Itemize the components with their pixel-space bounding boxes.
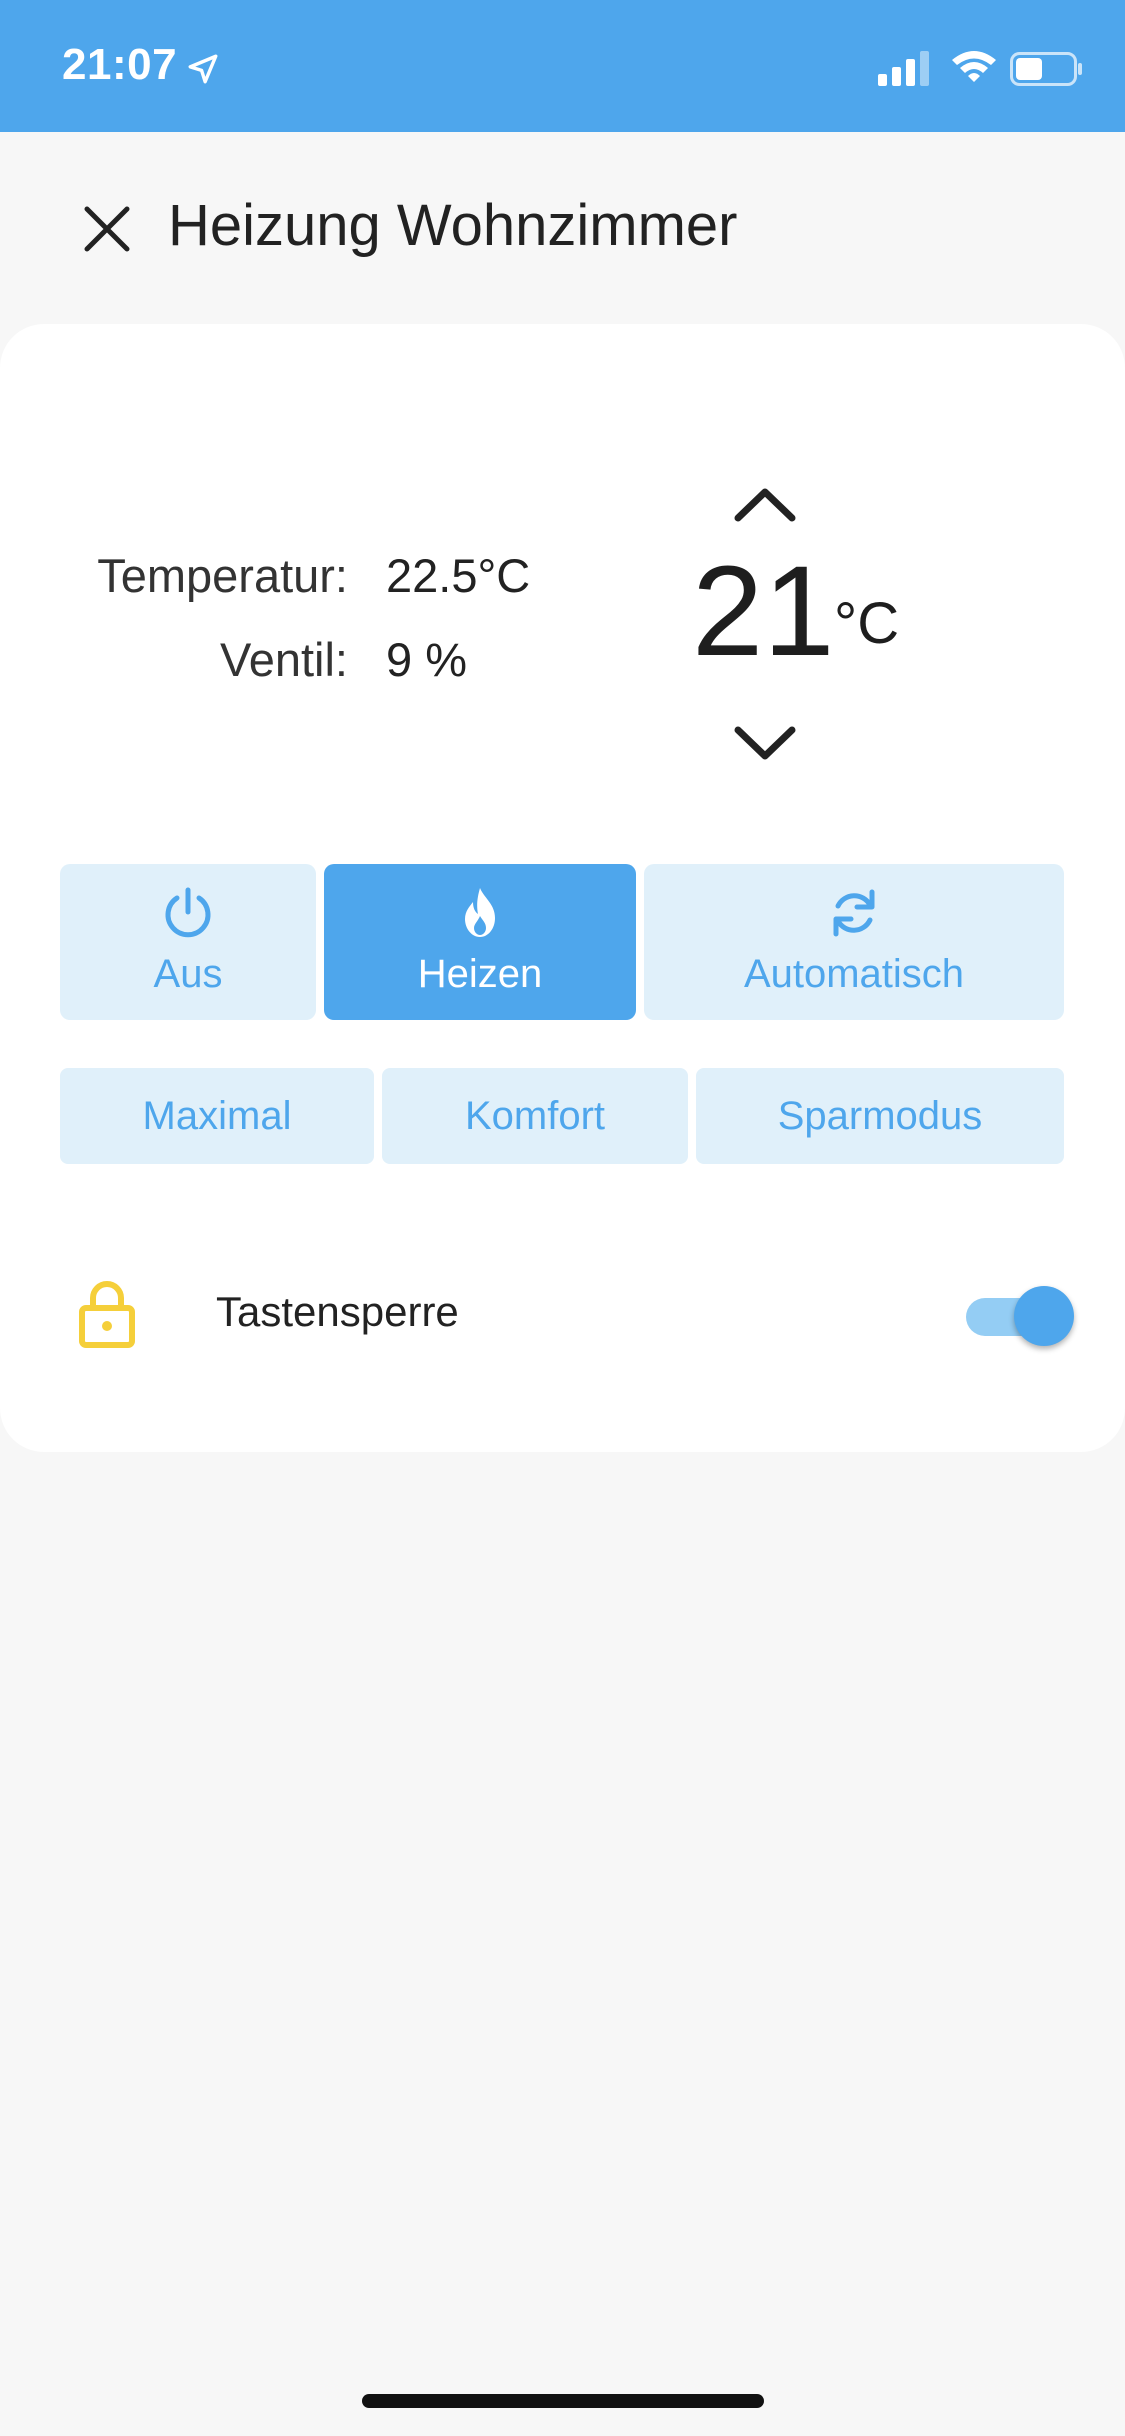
key-lock-label: Tastensperre bbox=[216, 1288, 459, 1335]
location-arrow-icon bbox=[188, 54, 218, 84]
thermostat-card: Temperatur: 22.5°C Ventil: 9 % 21 °C Aus… bbox=[0, 324, 1125, 1452]
flame-icon bbox=[465, 888, 495, 937]
toggle-thumb bbox=[1014, 1286, 1074, 1346]
wifi-icon bbox=[952, 51, 996, 82]
temperature-value: 22.5°C bbox=[386, 549, 531, 602]
temperature-label: Temperatur: bbox=[97, 549, 348, 602]
key-lock-toggle[interactable] bbox=[962, 1282, 1078, 1348]
mode-heat-label: Heizen bbox=[417, 952, 543, 996]
lock-icon bbox=[79, 1281, 135, 1348]
mode-off-label: Aus bbox=[153, 952, 223, 996]
chevron-up-icon[interactable] bbox=[730, 482, 800, 526]
mode-heat-button[interactable]: Heizen bbox=[324, 864, 636, 1020]
chevron-down-icon[interactable] bbox=[730, 722, 800, 766]
close-icon[interactable] bbox=[82, 204, 132, 254]
home-indicator bbox=[362, 2394, 764, 2408]
sync-icon bbox=[833, 889, 875, 937]
preset-sparmodus-button[interactable]: Sparmodus bbox=[696, 1068, 1064, 1164]
mode-auto-label: Automatisch bbox=[743, 952, 965, 996]
page-title: Heizung Wohnzimmer bbox=[168, 193, 738, 258]
setpoint-value: 21 bbox=[692, 540, 835, 683]
battery-icon bbox=[1010, 52, 1082, 86]
preset-maximal-button[interactable]: Maximal bbox=[60, 1068, 374, 1164]
valve-label: Ventil: bbox=[219, 633, 348, 686]
mode-off-button[interactable]: Aus bbox=[60, 864, 316, 1020]
cellular-signal-icon bbox=[878, 51, 929, 86]
preset-komfort-button[interactable]: Komfort bbox=[382, 1068, 688, 1164]
mode-auto-button[interactable]: Automatisch bbox=[644, 864, 1064, 1020]
setpoint-unit: °C bbox=[834, 591, 900, 656]
status-time: 21:07 bbox=[62, 40, 178, 89]
power-icon bbox=[165, 887, 211, 938]
status-bar: 21:07 bbox=[0, 0, 1125, 132]
valve-value: 9 % bbox=[386, 633, 467, 686]
